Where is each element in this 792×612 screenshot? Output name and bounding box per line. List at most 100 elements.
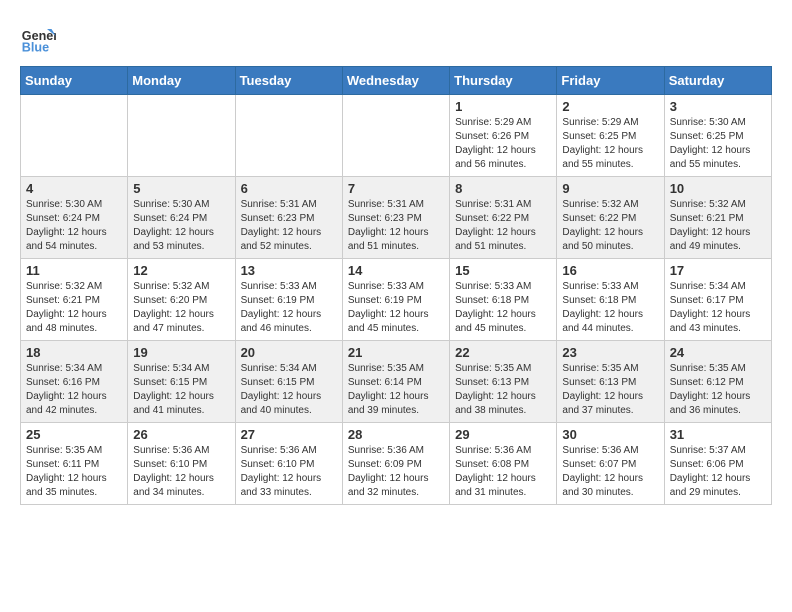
calendar-cell: 2 Sunrise: 5:29 AM Sunset: 6:25 PM Daylig… [557, 95, 664, 177]
day-info: Sunrise: 5:36 AM Sunset: 6:10 PM Dayligh… [133, 444, 229, 500]
calendar-cell: 15Sunrise: 5:33 AM Sunset: 6:18 PM Dayli… [450, 259, 557, 341]
calendar-week-row: 4 Sunrise: 5:30 AM Sunset: 6:24 PM Daylig… [21, 177, 772, 259]
day-info: Sunrise: 5:34 AM Sunset: 6:16 PM Dayligh… [26, 362, 122, 418]
calendar-cell: 13 Sunrise: 5:33 AM Sunset: 6:19 PM Dayli… [235, 259, 342, 341]
day-info: Sunrise: 5:35 AM Sunset: 6:14 PM Dayligh… [348, 362, 444, 418]
page-header: General Blue [20, 20, 772, 56]
day-number: 28 [348, 427, 444, 442]
weekday-header: Monday [128, 67, 235, 95]
day-info: Sunrise: 5:36 AM Sunset: 6:10 PM Dayligh… [241, 444, 337, 500]
day-info: Sunrise: 5:37 AM Sunset: 6:06 PM Dayligh… [670, 444, 766, 500]
day-info: Sunrise: 5:31 AM Sunset: 6:23 PM Dayligh… [241, 198, 337, 254]
day-info: Sunrise: 5:30 AM Sunset: 6:25 PM Dayligh… [670, 116, 766, 172]
calendar-cell: 19 Sunrise: 5:34 AM Sunset: 6:15 PM Dayli… [128, 341, 235, 423]
day-info: Sunrise: 5:33 AM Sunset: 6:19 PM Dayligh… [241, 280, 337, 336]
day-number: 4 [26, 181, 122, 196]
calendar-header-row: SundayMondayTuesdayWednesdayThursdayFrid… [21, 67, 772, 95]
calendar-cell: 29 Sunrise: 5:36 AM Sunset: 6:08 PM Dayli… [450, 423, 557, 505]
calendar-week-row: 25 Sunrise: 5:35 AM Sunset: 6:11 PM Dayli… [21, 423, 772, 505]
calendar-cell: 1Sunrise: 5:29 AM Sunset: 6:26 PM Daylig… [450, 95, 557, 177]
day-number: 2 [562, 99, 658, 114]
day-number: 21 [348, 345, 444, 360]
calendar-cell: 8 Sunrise: 5:31 AM Sunset: 6:22 PM Daylig… [450, 177, 557, 259]
day-info: Sunrise: 5:34 AM Sunset: 6:15 PM Dayligh… [133, 362, 229, 418]
day-number: 17 [670, 263, 766, 278]
day-info: Sunrise: 5:30 AM Sunset: 6:24 PM Dayligh… [133, 198, 229, 254]
day-info: Sunrise: 5:29 AM Sunset: 6:25 PM Dayligh… [562, 116, 658, 172]
day-number: 24 [670, 345, 766, 360]
calendar-cell [342, 95, 449, 177]
calendar-cell: 22Sunrise: 5:35 AM Sunset: 6:13 PM Dayli… [450, 341, 557, 423]
day-info: Sunrise: 5:35 AM Sunset: 6:12 PM Dayligh… [670, 362, 766, 418]
day-number: 29 [455, 427, 551, 442]
day-number: 10 [670, 181, 766, 196]
calendar-cell: 5 Sunrise: 5:30 AM Sunset: 6:24 PM Daylig… [128, 177, 235, 259]
day-number: 26 [133, 427, 229, 442]
day-number: 3 [670, 99, 766, 114]
day-info: Sunrise: 5:35 AM Sunset: 6:11 PM Dayligh… [26, 444, 122, 500]
weekday-header: Wednesday [342, 67, 449, 95]
calendar-cell: 7Sunrise: 5:31 AM Sunset: 6:23 PM Daylig… [342, 177, 449, 259]
calendar-cell: 31Sunrise: 5:37 AM Sunset: 6:06 PM Dayli… [664, 423, 771, 505]
day-number: 6 [241, 181, 337, 196]
weekday-header: Saturday [664, 67, 771, 95]
calendar-cell [128, 95, 235, 177]
day-number: 1 [455, 99, 551, 114]
calendar-cell: 14 Sunrise: 5:33 AM Sunset: 6:19 PM Dayli… [342, 259, 449, 341]
calendar-cell: 12 Sunrise: 5:32 AM Sunset: 6:20 PM Dayli… [128, 259, 235, 341]
calendar-cell [235, 95, 342, 177]
calendar-cell: 26 Sunrise: 5:36 AM Sunset: 6:10 PM Dayli… [128, 423, 235, 505]
svg-text:Blue: Blue [22, 41, 49, 55]
day-number: 5 [133, 181, 229, 196]
weekday-header: Sunday [21, 67, 128, 95]
weekday-header: Thursday [450, 67, 557, 95]
day-info: Sunrise: 5:33 AM Sunset: 6:19 PM Dayligh… [348, 280, 444, 336]
day-number: 16 [562, 263, 658, 278]
calendar-cell: 18 Sunrise: 5:34 AM Sunset: 6:16 PM Dayli… [21, 341, 128, 423]
day-number: 23 [562, 345, 658, 360]
day-info: Sunrise: 5:32 AM Sunset: 6:21 PM Dayligh… [26, 280, 122, 336]
calendar-cell: 21 Sunrise: 5:35 AM Sunset: 6:14 PM Dayli… [342, 341, 449, 423]
calendar-cell: 9Sunrise: 5:32 AM Sunset: 6:22 PM Daylig… [557, 177, 664, 259]
day-number: 19 [133, 345, 229, 360]
logo-icon: General Blue [20, 20, 56, 56]
weekday-header: Tuesday [235, 67, 342, 95]
day-info: Sunrise: 5:33 AM Sunset: 6:18 PM Dayligh… [562, 280, 658, 336]
logo: General Blue [20, 20, 56, 56]
calendar-cell: 3 Sunrise: 5:30 AM Sunset: 6:25 PM Daylig… [664, 95, 771, 177]
day-info: Sunrise: 5:36 AM Sunset: 6:08 PM Dayligh… [455, 444, 551, 500]
calendar-cell: 24 Sunrise: 5:35 AM Sunset: 6:12 PM Dayli… [664, 341, 771, 423]
day-number: 11 [26, 263, 122, 278]
day-number: 8 [455, 181, 551, 196]
day-number: 25 [26, 427, 122, 442]
calendar-cell: 4Sunrise: 5:30 AM Sunset: 6:24 PM Daylig… [21, 177, 128, 259]
calendar-table: SundayMondayTuesdayWednesdayThursdayFrid… [20, 66, 772, 505]
calendar-cell [21, 95, 128, 177]
day-info: Sunrise: 5:36 AM Sunset: 6:07 PM Dayligh… [562, 444, 658, 500]
day-number: 18 [26, 345, 122, 360]
day-info: Sunrise: 5:35 AM Sunset: 6:13 PM Dayligh… [455, 362, 551, 418]
calendar-cell: 30 Sunrise: 5:36 AM Sunset: 6:07 PM Dayli… [557, 423, 664, 505]
calendar-week-row: 1Sunrise: 5:29 AM Sunset: 6:26 PM Daylig… [21, 95, 772, 177]
day-number: 13 [241, 263, 337, 278]
calendar-cell: 27 Sunrise: 5:36 AM Sunset: 6:10 PM Dayli… [235, 423, 342, 505]
calendar-cell: 20Sunrise: 5:34 AM Sunset: 6:15 PM Dayli… [235, 341, 342, 423]
day-number: 12 [133, 263, 229, 278]
day-info: Sunrise: 5:31 AM Sunset: 6:22 PM Dayligh… [455, 198, 551, 254]
day-info: Sunrise: 5:35 AM Sunset: 6:13 PM Dayligh… [562, 362, 658, 418]
day-number: 30 [562, 427, 658, 442]
weekday-header: Friday [557, 67, 664, 95]
calendar-week-row: 18 Sunrise: 5:34 AM Sunset: 6:16 PM Dayli… [21, 341, 772, 423]
calendar-cell: 17Sunrise: 5:34 AM Sunset: 6:17 PM Dayli… [664, 259, 771, 341]
calendar-cell: 28 Sunrise: 5:36 AM Sunset: 6:09 PM Dayli… [342, 423, 449, 505]
calendar-cell: 25 Sunrise: 5:35 AM Sunset: 6:11 PM Dayli… [21, 423, 128, 505]
day-number: 27 [241, 427, 337, 442]
day-number: 9 [562, 181, 658, 196]
day-number: 14 [348, 263, 444, 278]
calendar-cell: 6 Sunrise: 5:31 AM Sunset: 6:23 PM Daylig… [235, 177, 342, 259]
day-number: 20 [241, 345, 337, 360]
day-info: Sunrise: 5:36 AM Sunset: 6:09 PM Dayligh… [348, 444, 444, 500]
calendar-cell: 16 Sunrise: 5:33 AM Sunset: 6:18 PM Dayli… [557, 259, 664, 341]
calendar-cell: 23 Sunrise: 5:35 AM Sunset: 6:13 PM Dayli… [557, 341, 664, 423]
day-info: Sunrise: 5:32 AM Sunset: 6:20 PM Dayligh… [133, 280, 229, 336]
